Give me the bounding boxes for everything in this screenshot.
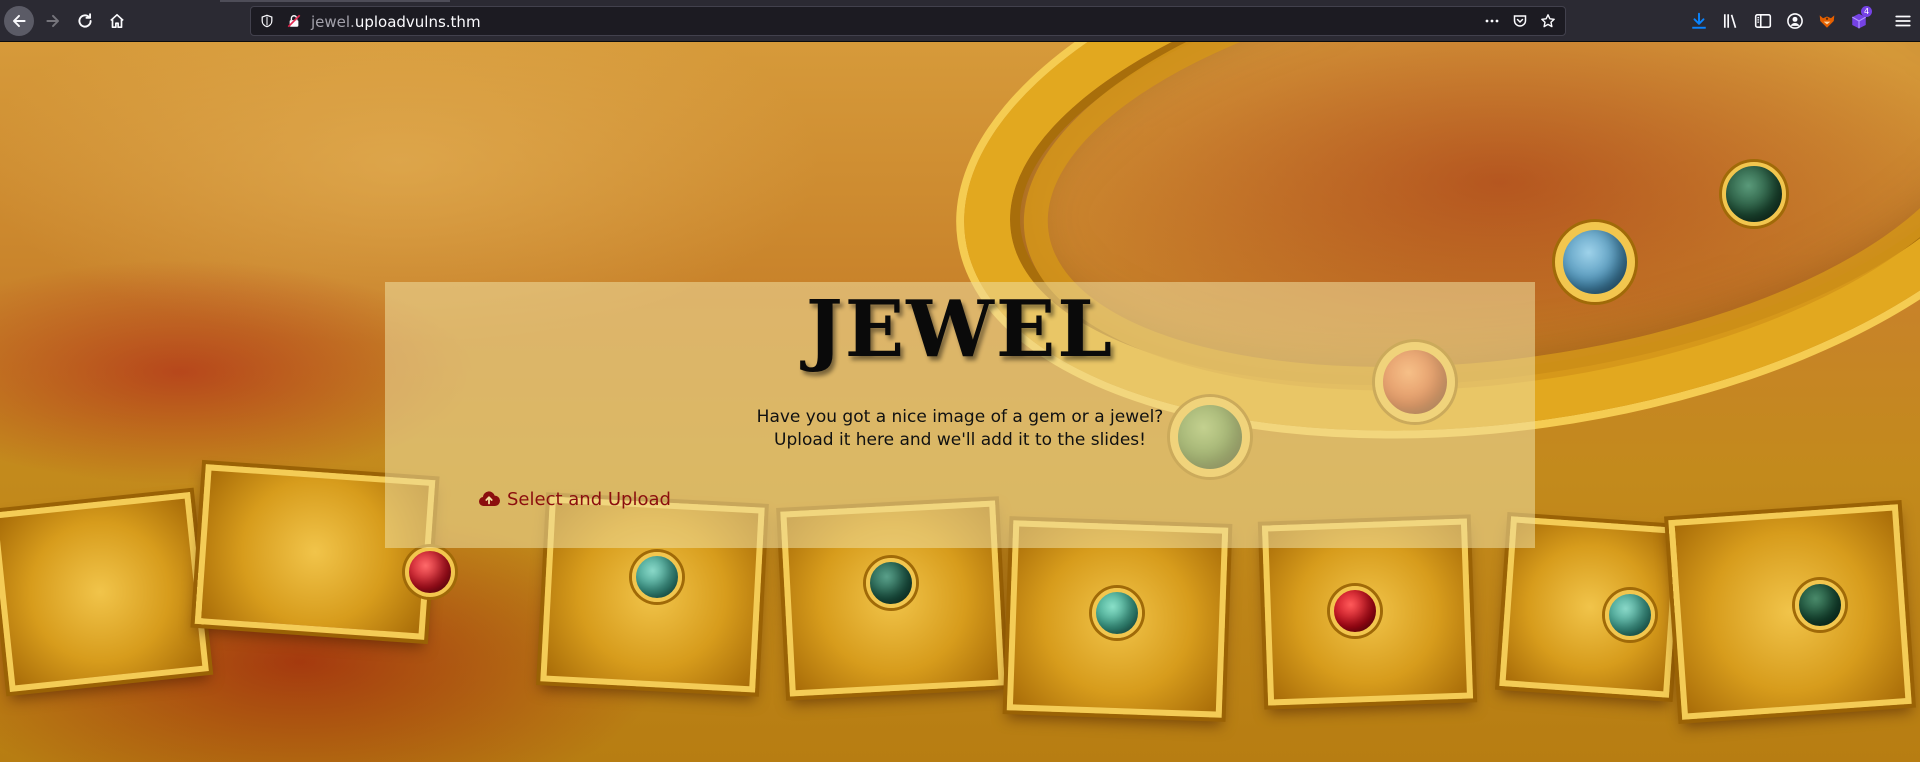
forward-button[interactable] <box>38 6 68 36</box>
foxyproxy-icon <box>1819 15 1835 28</box>
url-text[interactable]: jewel.uploadvulns.thm <box>311 13 481 31</box>
site-logo: JEWEL <box>805 284 1115 375</box>
page-viewport: JEWEL Have you got a nice image of a gem… <box>0 42 1920 762</box>
sidebar-icon <box>1754 14 1772 28</box>
background-gem-teal <box>632 552 682 602</box>
library-icon <box>1723 14 1737 28</box>
background-gem-emerald <box>1722 162 1786 226</box>
intro-text: Have you got a nice image of a gem or a … <box>385 406 1535 452</box>
account-button[interactable] <box>1785 11 1805 31</box>
intro-line-2: Upload it here and we'll add it to the s… <box>774 430 1146 450</box>
reload-button[interactable] <box>70 6 100 36</box>
downloads-button[interactable] <box>1689 11 1709 31</box>
url-subdomain: jewel. <box>311 13 355 31</box>
foxyproxy-extension[interactable] <box>1817 11 1837 31</box>
background-gem-teal <box>1605 590 1655 640</box>
more-actions-button[interactable] <box>1483 12 1501 30</box>
extension-button[interactable]: 4 <box>1849 6 1873 31</box>
browser-toolbar: jewel.uploadvulns.thm 4 <box>0 0 1920 42</box>
account-icon <box>1787 13 1803 29</box>
background-chain-link <box>0 492 209 692</box>
hamburger-menu-icon <box>1895 15 1911 27</box>
forward-arrow-icon <box>46 14 60 28</box>
bookmark-star-icon <box>1541 14 1555 28</box>
background-gem-red <box>1330 586 1380 636</box>
more-actions-icon <box>1485 19 1499 23</box>
back-arrow-icon <box>12 14 26 28</box>
background-gem-red <box>405 547 455 597</box>
select-and-upload-button[interactable]: Select and Upload <box>477 485 671 513</box>
extension-badge: 4 <box>1861 6 1873 17</box>
url-actions <box>1483 12 1557 30</box>
home-button[interactable] <box>102 6 132 36</box>
url-domain: uploadvulns.thm <box>354 13 481 31</box>
pocket-icon <box>1513 15 1527 27</box>
reload-icon <box>78 13 92 28</box>
menu-button[interactable] <box>1893 11 1913 31</box>
home-icon <box>110 13 124 29</box>
cloud-upload-icon <box>478 491 501 506</box>
background-gem-dark-green <box>1795 580 1845 630</box>
upload-label: Select and Upload <box>507 488 671 510</box>
download-icon <box>1692 12 1706 29</box>
background-gem-blue <box>1555 222 1635 302</box>
insecure-lock-icon[interactable] <box>287 14 301 28</box>
bookmark-button[interactable] <box>1539 12 1557 30</box>
pocket-button[interactable] <box>1511 12 1529 30</box>
address-bar[interactable]: jewel.uploadvulns.thm <box>250 6 1566 36</box>
background-gem-teal <box>1092 588 1142 638</box>
sidebar-button[interactable] <box>1753 11 1773 31</box>
intro-line-1: Have you got a nice image of a gem or a … <box>756 407 1164 427</box>
library-button[interactable] <box>1721 11 1741 31</box>
tracking-shield-icon[interactable] <box>260 14 274 28</box>
background-chain-link <box>1668 504 1912 720</box>
tab-indicator <box>220 0 450 2</box>
back-button[interactable] <box>4 6 34 36</box>
background-gem-green <box>866 558 916 608</box>
